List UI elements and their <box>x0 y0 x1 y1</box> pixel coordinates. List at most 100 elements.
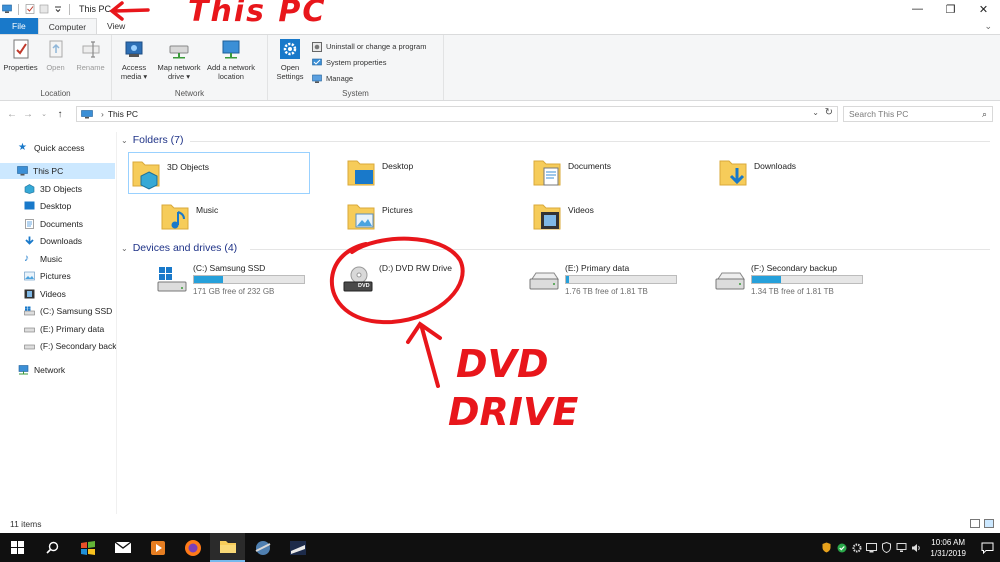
uninstall-program-button[interactable]: Uninstall or change a program <box>312 40 426 53</box>
address-bar[interactable]: › This PC ⌄ ↻ <box>76 106 838 122</box>
security-check-icon[interactable] <box>834 533 849 562</box>
system-properties-label: System properties <box>326 58 387 67</box>
rename-icon <box>82 41 99 58</box>
sidebar-item-label: Desktop <box>40 201 72 211</box>
network-tray-icon[interactable] <box>894 533 909 562</box>
toolbar-separator <box>18 3 19 15</box>
shield-icon[interactable] <box>819 533 834 562</box>
settings-tray-icon[interactable] <box>849 533 864 562</box>
taskbar-app-firefox[interactable] <box>175 533 210 562</box>
chevron-down-icon[interactable]: ⌄ <box>984 21 992 32</box>
sidebar-item-this-pc[interactable]: This PC <box>0 163 115 179</box>
drive-f[interactable]: (F:) Secondary backup 1.34 TB free of 1.… <box>714 263 894 299</box>
item-count: 11 items <box>10 519 42 529</box>
folder-documents-icon <box>533 160 561 186</box>
folder-music[interactable]: Music <box>158 196 340 238</box>
computer-icon[interactable] <box>2 4 12 14</box>
folder-downloads[interactable]: Downloads <box>716 152 898 194</box>
notification-icon[interactable] <box>974 542 1000 554</box>
annotation-drive: DRIVE <box>448 390 579 434</box>
sidebar-item-c-drive[interactable]: (C:) Samsung SSD <box>24 303 112 319</box>
taskbar-app-network-tool[interactable] <box>245 533 280 562</box>
folder-label: Videos <box>568 205 594 215</box>
sidebar-item-desktop[interactable]: Desktop <box>24 198 71 214</box>
drives-header[interactable]: ⌄ Devices and drives (4) <box>121 242 237 254</box>
open-settings-label: Open Settings <box>276 63 304 81</box>
minimize-button[interactable]: — <box>901 0 934 18</box>
customize-toolbar-icon[interactable] <box>53 4 63 14</box>
clock[interactable]: 10:06 AM 1/31/2019 <box>930 537 966 559</box>
search-button[interactable] <box>35 533 70 562</box>
monitor-icon[interactable] <box>864 533 879 562</box>
sidebar-item-label: (F:) Secondary back <box>40 341 117 351</box>
forward-arrow-icon[interactable]: → <box>20 109 36 120</box>
breadcrumb-chevron-icon[interactable]: › <box>101 109 104 119</box>
manage-button[interactable]: Manage <box>312 72 426 85</box>
taskbar-app-windows-flag[interactable] <box>70 533 105 562</box>
close-button[interactable]: ✕ <box>967 0 1000 18</box>
sidebar-item-network[interactable]: Network <box>18 362 65 378</box>
folders-header[interactable]: ⌄ Folders (7) <box>121 134 183 146</box>
refresh-icon[interactable]: ↻ <box>825 107 833 118</box>
sidebar-item-label: (C:) Samsung SSD <box>40 306 113 316</box>
film-icon <box>24 289 35 299</box>
folder-music-icon <box>161 204 189 230</box>
up-arrow-icon[interactable]: ↑ <box>52 109 68 120</box>
drive-free-space: 171 GB free of 232 GB <box>193 287 275 296</box>
clock-time: 10:06 AM <box>931 537 966 547</box>
annotation-arrow <box>109 1 150 21</box>
drive-e[interactable]: (E:) Primary data 1.76 TB free of 1.81 T… <box>528 263 708 299</box>
volume-icon[interactable] <box>909 533 924 562</box>
manage-icon <box>312 74 322 83</box>
chevron-down-icon[interactable]: ⌄ <box>121 244 128 253</box>
sidebar-item-downloads[interactable]: Downloads <box>24 233 82 249</box>
folder-label: Music <box>196 205 219 215</box>
back-arrow-icon[interactable]: ← <box>4 109 20 120</box>
sidebar-item-pictures[interactable]: Pictures <box>24 268 71 284</box>
breadcrumb[interactable]: This PC <box>108 109 138 119</box>
maximize-button[interactable]: ❐ <box>934 0 967 18</box>
sidebar-item-f-drive[interactable]: (F:) Secondary back <box>24 338 117 354</box>
windows-logo-icon <box>11 541 24 554</box>
details-view-icon[interactable] <box>970 519 980 528</box>
view-toggle <box>970 519 994 528</box>
drive-c[interactable]: (C:) Samsung SSD 171 GB free of 232 GB <box>156 263 336 299</box>
search-icon[interactable]: ⌕ <box>982 109 987 120</box>
sidebar-item-e-drive[interactable]: (E:) Primary data <box>24 321 104 337</box>
search-input[interactable]: Search This PC ⌕ <box>843 106 993 122</box>
sidebar-item-3d-objects[interactable]: 3D Objects <box>24 181 82 197</box>
navigation-pane: ★ Quick access This PC 3D Objects Deskto… <box>0 132 117 512</box>
taskbar-app-utility[interactable] <box>280 533 315 562</box>
taskbar: 10:06 AM 1/31/2019 <box>0 533 1000 562</box>
drive-icon <box>715 272 745 290</box>
open-icon <box>49 40 62 58</box>
taskbar-app-mail[interactable] <box>105 533 140 562</box>
folder-documents[interactable]: Documents <box>530 152 712 194</box>
recent-locations-icon[interactable]: ⌄ <box>36 110 52 118</box>
sidebar-item-quick-access[interactable]: ★ Quick access <box>18 140 85 156</box>
pane-divider[interactable] <box>116 132 117 514</box>
sidebar-item-videos[interactable]: Videos <box>24 286 66 302</box>
folder-3d-objects[interactable]: 3D Objects <box>128 152 310 194</box>
sidebar-item-label: This PC <box>33 166 64 176</box>
defender-shield-icon[interactable] <box>879 533 894 562</box>
tab-file[interactable]: File <box>0 18 38 34</box>
taskbar-app-media[interactable] <box>140 533 175 562</box>
start-button[interactable] <box>0 533 35 562</box>
folder-desktop[interactable]: Desktop <box>344 152 526 194</box>
chevron-down-icon[interactable]: ⌄ <box>812 108 819 117</box>
folder-desktop-icon <box>347 160 375 186</box>
tiles-view-icon[interactable] <box>984 519 994 528</box>
properties-icon[interactable] <box>25 4 35 14</box>
capacity-fill <box>566 276 570 283</box>
drive-icon <box>24 327 35 333</box>
sidebar-item-documents[interactable]: Documents <box>24 216 83 232</box>
folder-label: Documents <box>568 161 611 171</box>
tab-computer[interactable]: Computer <box>37 18 98 34</box>
system-properties-button[interactable]: System properties <box>312 56 426 69</box>
folder-videos[interactable]: Videos <box>530 196 712 238</box>
taskbar-app-file-explorer[interactable] <box>210 533 245 562</box>
new-folder-icon[interactable] <box>39 4 49 14</box>
chevron-down-icon[interactable]: ⌄ <box>121 136 128 145</box>
sidebar-item-music[interactable]: ♪ Music <box>24 251 62 267</box>
